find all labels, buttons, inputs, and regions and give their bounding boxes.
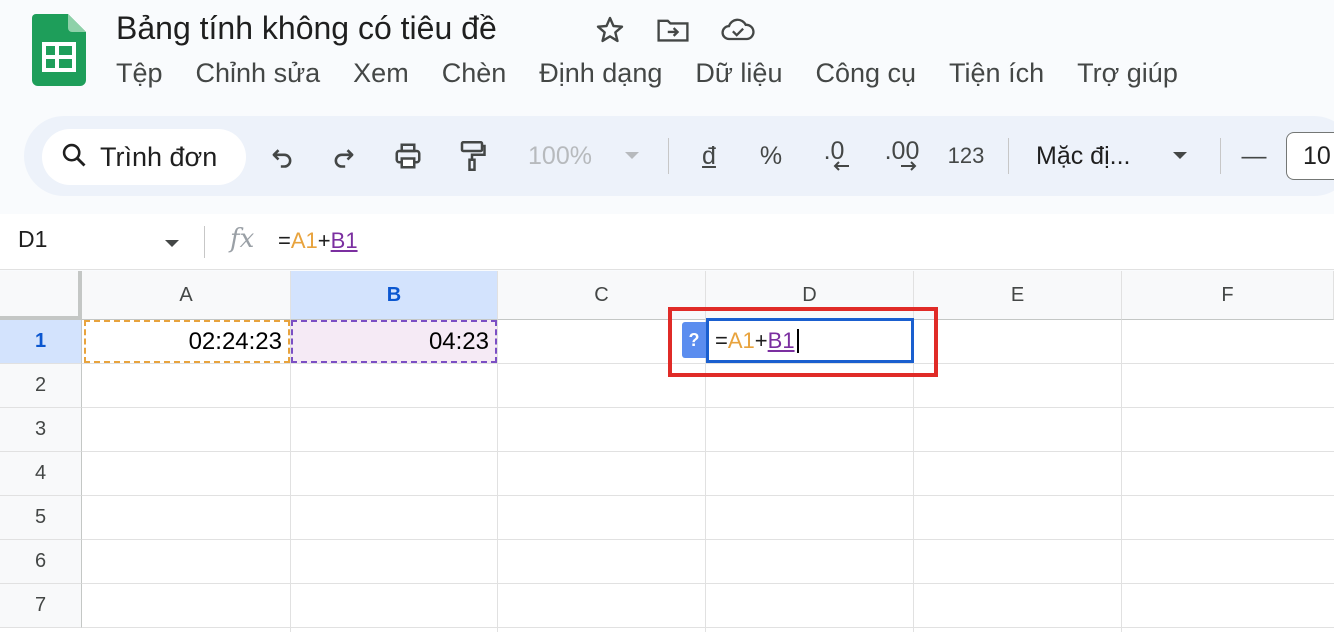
arrow-left-icon xyxy=(833,161,849,171)
zoom-select[interactable]: 100% xyxy=(520,136,600,176)
menu-view[interactable]: Xem xyxy=(353,58,409,89)
document-title[interactable]: Bảng tính không có tiêu đề xyxy=(116,10,497,47)
menu-help[interactable]: Trợ giúp xyxy=(1077,58,1178,89)
column-header-f[interactable]: F xyxy=(1122,271,1334,320)
editor-ref-a1: A1 xyxy=(727,327,755,353)
font-chevron-down-icon[interactable] xyxy=(1168,136,1192,176)
menu-extensions[interactable]: Tiện ích xyxy=(949,58,1044,89)
decrease-font-size-button[interactable]: — xyxy=(1240,136,1268,176)
row-header-2[interactable]: 2 xyxy=(0,364,82,408)
cell-d1-editor[interactable]: = A1 + B1 xyxy=(706,318,914,363)
grid-line xyxy=(1121,320,1122,632)
select-all-corner[interactable] xyxy=(0,271,82,320)
grid-line xyxy=(497,320,498,632)
star-icon[interactable] xyxy=(594,14,626,46)
row-header-3[interactable]: 3 xyxy=(0,408,82,452)
toolbar: Trình đơn 100% đ % .0 .00 123 Mặc đị... … xyxy=(24,116,1334,196)
currency-format-button[interactable]: đ xyxy=(694,136,724,176)
toolbar-divider xyxy=(668,138,669,174)
increase-decimal-label: .00 xyxy=(884,137,920,165)
font-size-input[interactable]: 10 xyxy=(1286,132,1334,180)
formula-bar-divider xyxy=(204,226,205,258)
row-header-5[interactable]: 5 xyxy=(0,496,82,540)
search-icon xyxy=(60,141,88,174)
formula-help-button[interactable]: ? xyxy=(682,322,706,358)
row-header-4[interactable]: 4 xyxy=(0,452,82,496)
editor-plus: + xyxy=(754,327,768,353)
name-box-chevron-down-icon[interactable] xyxy=(164,236,180,254)
row-header-1[interactable]: 1 xyxy=(0,320,82,364)
cell-a1[interactable]: 02:24:23 xyxy=(84,320,290,363)
menu-search-input[interactable]: Trình đơn xyxy=(42,129,246,185)
column-header-e[interactable]: E xyxy=(914,271,1122,320)
grid-line xyxy=(82,583,1334,584)
cell-b1[interactable]: 04:23 xyxy=(291,320,497,363)
formula-ref-b1: B1 xyxy=(330,228,358,253)
menu-file[interactable]: Tệp xyxy=(116,58,163,89)
grid-line xyxy=(82,539,1334,540)
move-folder-icon[interactable] xyxy=(656,14,690,46)
arrow-right-icon xyxy=(901,161,917,171)
sheets-logo-icon[interactable] xyxy=(32,14,86,86)
paint-format-icon xyxy=(460,141,486,171)
toolbar-divider xyxy=(1008,138,1009,174)
app-header: Bảng tính không có tiêu đề Tệp Chỉnh sửa… xyxy=(0,0,1334,112)
decrease-decimal-button[interactable]: .0 xyxy=(814,136,854,176)
font-family-select[interactable]: Mặc đị... xyxy=(1036,136,1152,176)
grid-line xyxy=(82,495,1334,496)
search-placeholder: Trình đơn xyxy=(100,141,218,172)
more-formats-button[interactable]: 123 xyxy=(942,136,990,176)
name-box[interactable]: D1 xyxy=(18,226,47,253)
editor-equals: = xyxy=(715,327,728,353)
formula-equals: = xyxy=(278,228,291,253)
increase-decimal-button[interactable]: .00 xyxy=(880,136,924,176)
column-header-a[interactable]: A xyxy=(82,271,291,320)
grid-line xyxy=(82,407,1334,408)
toolbar-divider xyxy=(1220,138,1221,174)
menu-data[interactable]: Dữ liệu xyxy=(695,58,782,89)
text-cursor xyxy=(796,328,799,353)
cloud-saved-icon[interactable] xyxy=(720,14,756,46)
formula-ref-a1: A1 xyxy=(290,228,318,253)
paint-format-button[interactable] xyxy=(452,136,492,176)
redo-button[interactable] xyxy=(326,136,362,176)
column-header-b[interactable]: B xyxy=(291,271,498,320)
undo-icon xyxy=(272,149,292,168)
redo-icon xyxy=(334,149,354,168)
formula-bar: D1 fx =A1+B1 xyxy=(0,214,1334,270)
print-icon xyxy=(395,143,421,169)
percent-format-button[interactable]: % xyxy=(756,136,786,176)
undo-button[interactable] xyxy=(264,136,300,176)
row-header-7[interactable]: 7 xyxy=(0,584,82,628)
spreadsheet-grid[interactable]: A B C D E F 1 2 3 4 5 6 7 02:24:23 04:23… xyxy=(0,271,1334,632)
fx-icon: fx xyxy=(230,224,255,254)
formula-input[interactable]: =A1+B1 xyxy=(278,228,358,254)
editor-ref-b1: B1 xyxy=(767,327,795,353)
zoom-chevron-down-icon[interactable] xyxy=(620,136,644,176)
menu-insert[interactable]: Chèn xyxy=(442,58,507,89)
formula-plus: + xyxy=(317,228,331,253)
row-header-6[interactable]: 6 xyxy=(0,540,82,584)
menu-bar: Tệp Chỉnh sửa Xem Chèn Định dạng Dữ liệu… xyxy=(116,58,1211,89)
print-button[interactable] xyxy=(388,136,428,176)
grid-line xyxy=(290,320,291,632)
menu-format[interactable]: Định dạng xyxy=(539,58,662,89)
menu-tools[interactable]: Công cụ xyxy=(815,58,916,89)
decrease-decimal-label: .0 xyxy=(823,137,845,165)
grid-line xyxy=(82,451,1334,452)
grid-line xyxy=(82,627,1334,628)
menu-edit[interactable]: Chỉnh sửa xyxy=(196,58,321,89)
